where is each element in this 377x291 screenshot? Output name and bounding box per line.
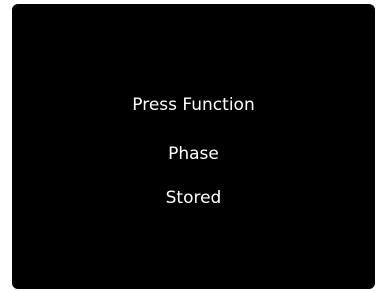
display-screen: Press Function Phase Stored: [12, 4, 375, 289]
message-line-2: Phase: [168, 144, 219, 164]
message-line-3: Stored: [165, 188, 222, 208]
message-line-1: Press Function: [132, 95, 255, 115]
